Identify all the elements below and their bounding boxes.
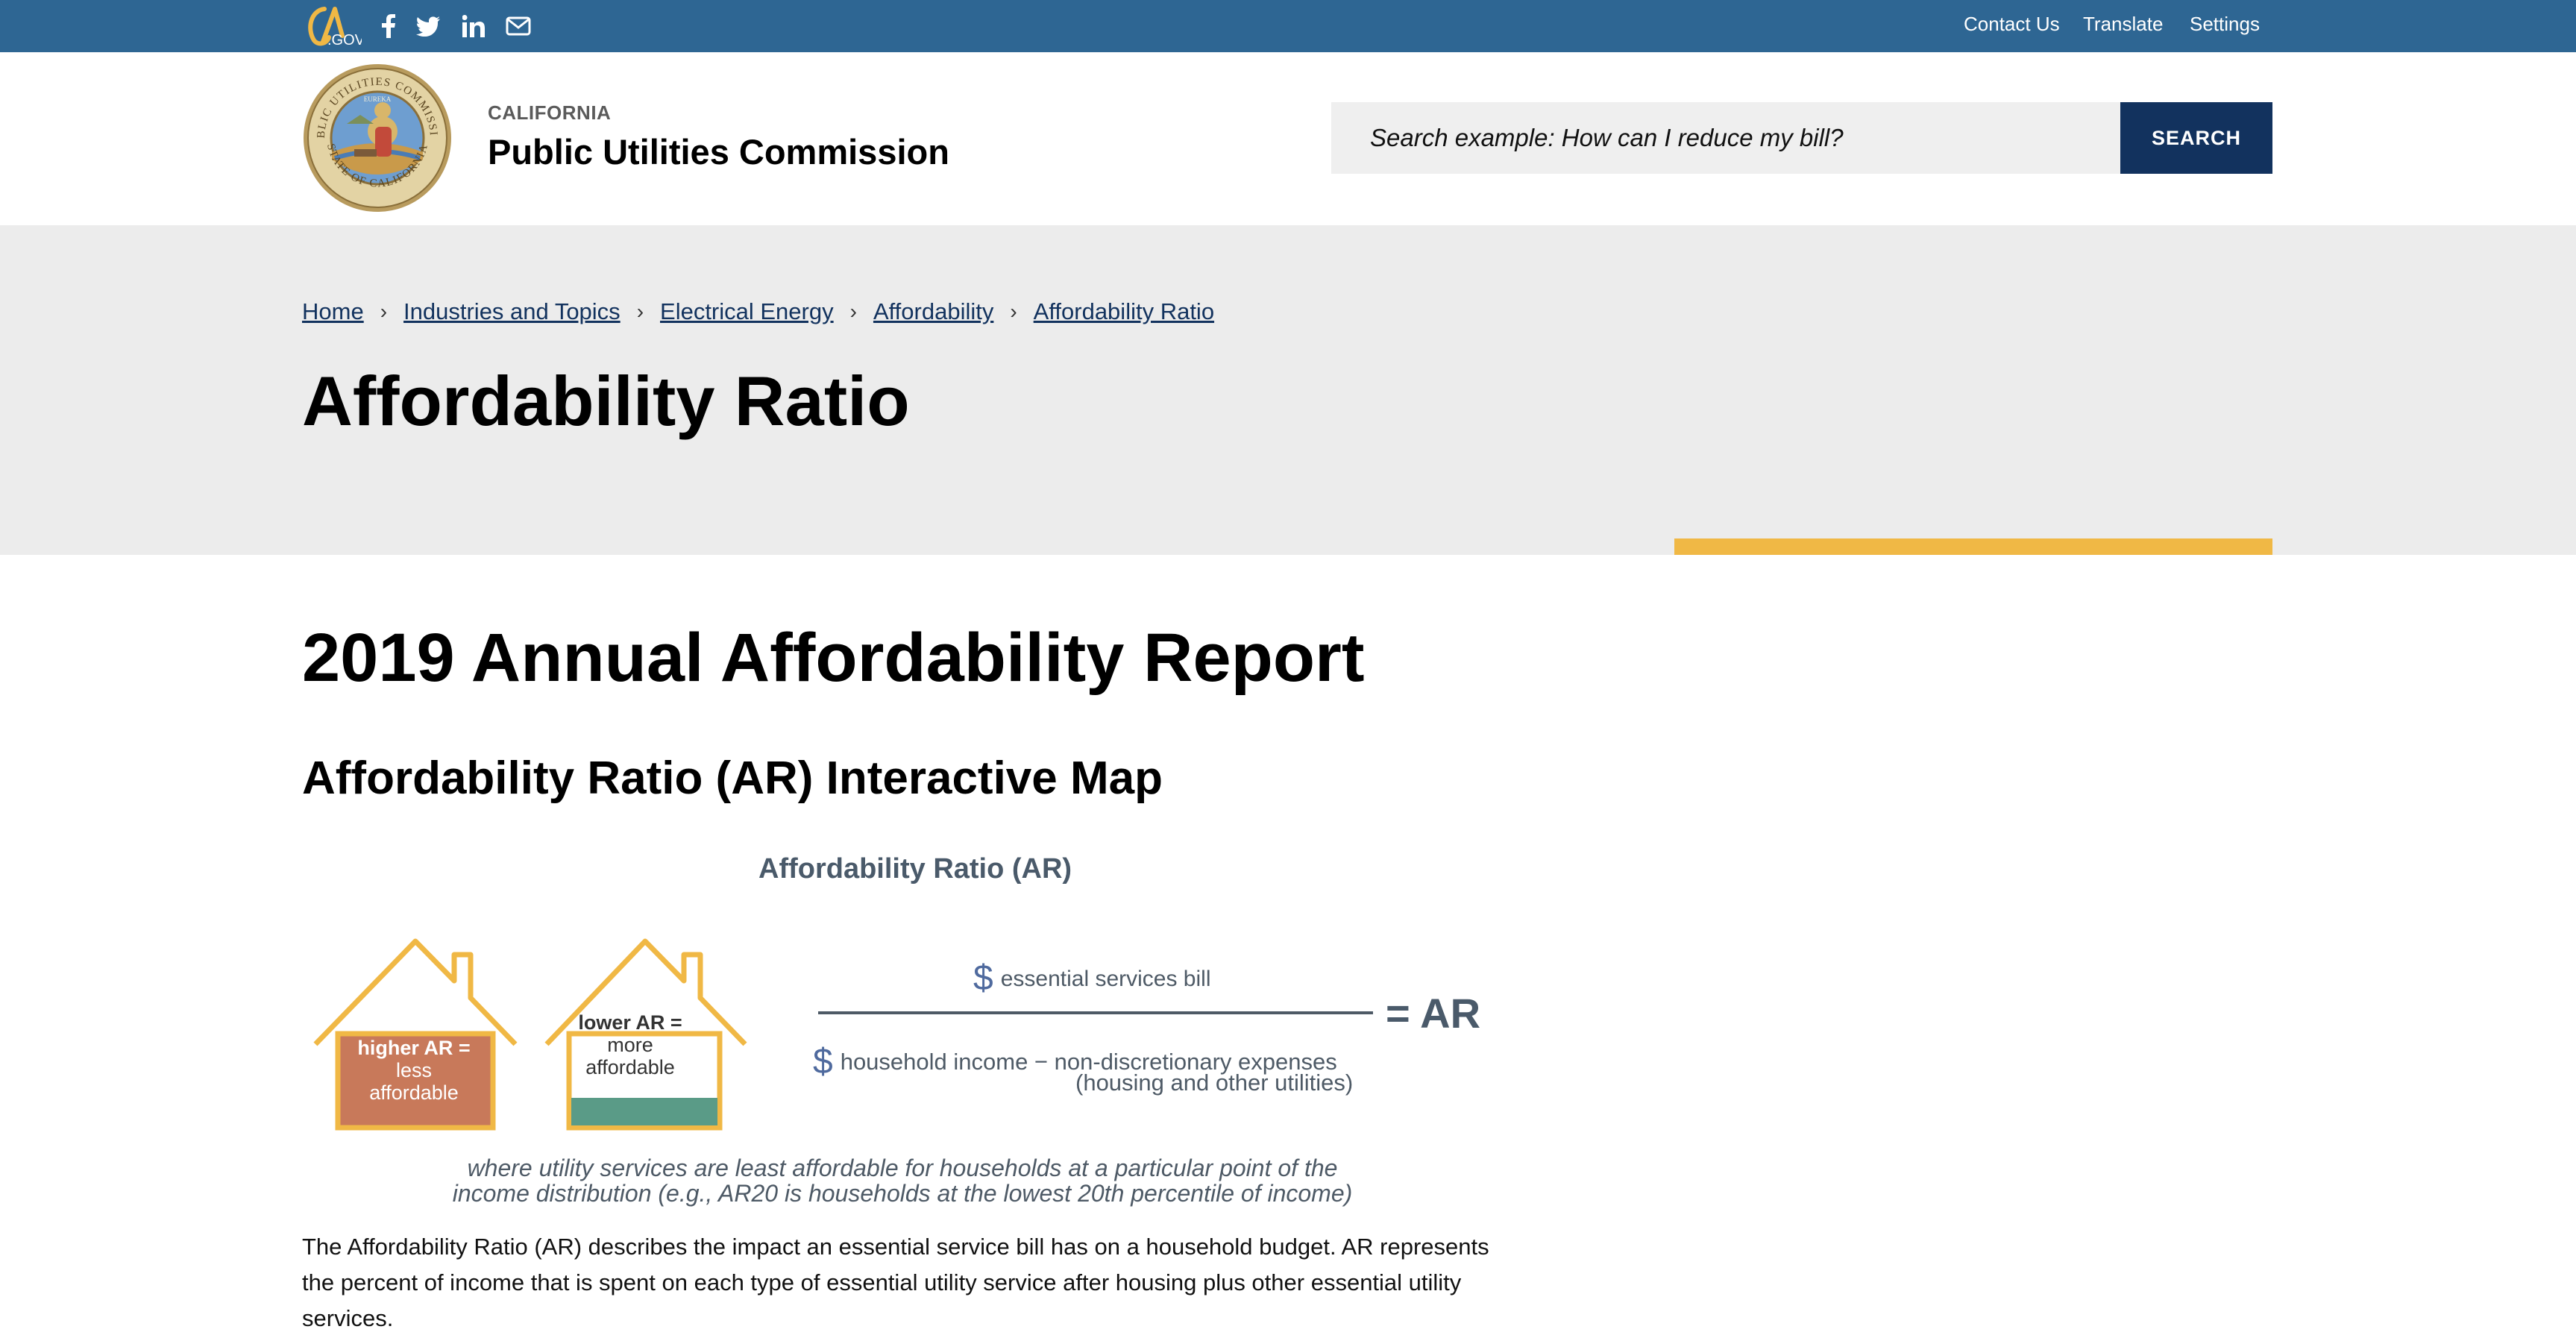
house-high-ar-label: higher AR = less affordable — [357, 1037, 471, 1105]
report-heading: 2019 Annual Affordability Report — [302, 620, 1365, 696]
contact-us-link[interactable]: Contact Us — [1964, 13, 2060, 36]
breadcrumb-affordability-ratio[interactable]: Affordability Ratio — [1034, 298, 1214, 325]
page-title: Affordability Ratio — [302, 362, 910, 440]
cpuc-seal-logo[interactable]: PUBLIC UTILITIES COMMISSION STATE OF CAL… — [298, 54, 453, 213]
accent-bar — [1674, 538, 2272, 555]
formula-numerator: $ essential services bill — [973, 958, 1211, 998]
breadcrumb-electrical-energy[interactable]: Electrical Energy — [660, 298, 834, 325]
linkedin-icon[interactable] — [461, 11, 486, 41]
dollar-sign-icon: $ — [973, 958, 993, 998]
house-low-ar-label: lower AR = more affordable — [578, 1011, 682, 1079]
facebook-icon[interactable] — [377, 11, 400, 41]
org-name[interactable]: Public Utilities Commission — [488, 131, 949, 172]
svg-text:.GOV: .GOV — [327, 32, 362, 48]
breadcrumb-separator-icon: › — [380, 300, 388, 323]
formula-denominator-note: (housing and other utilities) — [1075, 1070, 1354, 1096]
dollar-sign-icon: $ — [813, 1042, 833, 1081]
email-icon[interactable] — [504, 11, 533, 41]
breadcrumb-affordability[interactable]: Affordability — [873, 298, 993, 325]
search-input[interactable] — [1331, 102, 2120, 174]
settings-link[interactable]: Settings — [2190, 13, 2260, 36]
map-sub-heading: Affordability Ratio (AR) Interactive Map — [302, 753, 1163, 804]
breadcrumb-separator-icon: › — [1010, 300, 1017, 323]
breadcrumb-separator-icon: › — [849, 300, 857, 323]
breadcrumb-home[interactable]: Home — [302, 298, 364, 325]
utility-bar: .GOV Contact Us Translate Settings — [0, 0, 2576, 52]
formula-result: = AR — [1386, 990, 1481, 1037]
infographic-caption: where utility services are least afforda… — [452, 1155, 1353, 1207]
svg-text:EUREKA: EUREKA — [364, 95, 392, 103]
breadcrumb-separator-icon: › — [636, 300, 644, 323]
affordability-ratio-infographic: Affordability Ratio (AR) higher AR = les… — [302, 843, 1503, 1231]
org-state-label: CALIFORNIA — [488, 101, 612, 124]
formula-fraction-line — [818, 1011, 1373, 1014]
breadcrumb-industries-and-topics[interactable]: Industries and Topics — [403, 298, 621, 325]
breadcrumb: Home › Industries and Topics › Electrica… — [302, 298, 1214, 325]
ar-description: The Affordability Ratio (AR) describes t… — [302, 1234, 1489, 1331]
translate-link[interactable]: Translate — [2083, 13, 2163, 36]
twitter-icon[interactable] — [415, 11, 442, 41]
search-button[interactable]: SEARCH — [2120, 102, 2272, 174]
ca-gov-logo[interactable]: .GOV — [302, 3, 365, 49]
